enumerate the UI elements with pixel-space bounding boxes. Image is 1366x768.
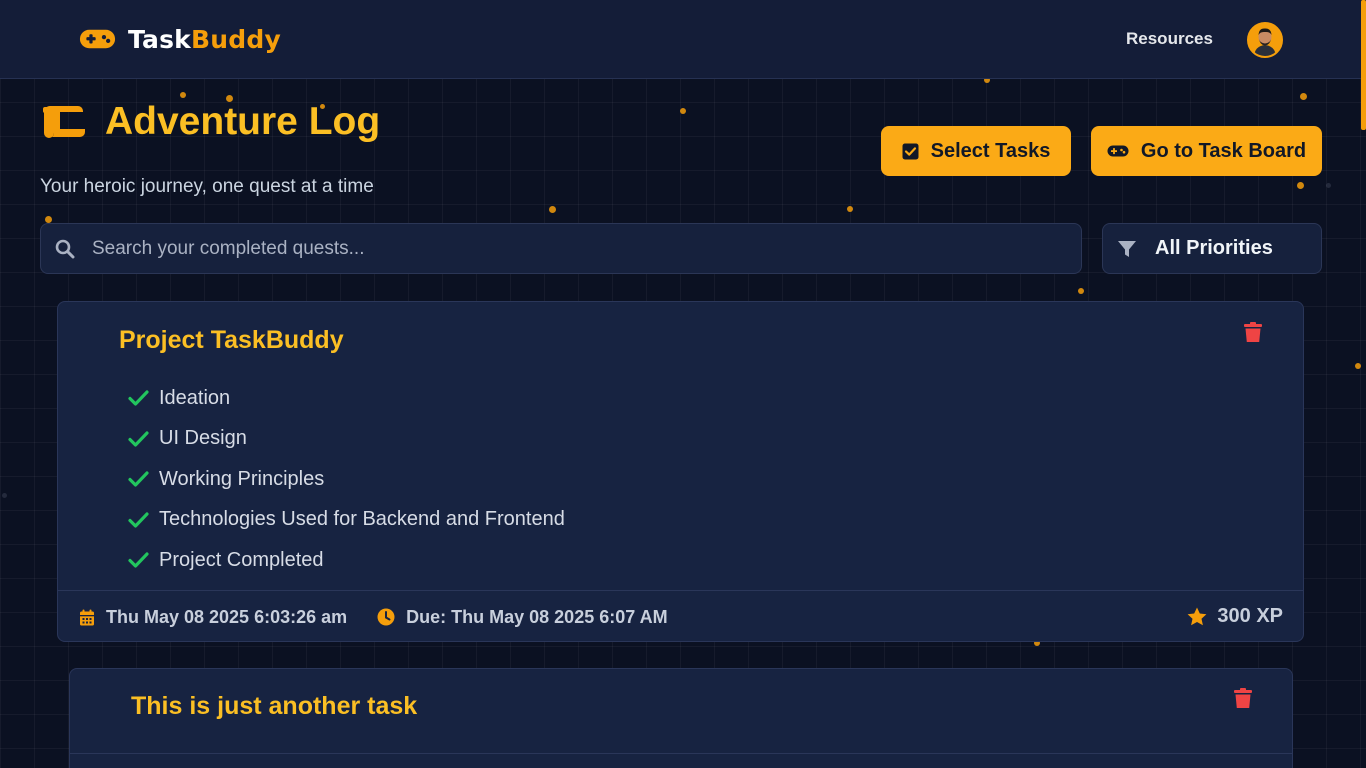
decor-dot — [45, 216, 52, 223]
priority-filter-select[interactable]: All Priorities — [1102, 223, 1322, 274]
completed-date: Thu May 08 2025 6:03:26 am — [79, 607, 347, 628]
star-icon — [1187, 607, 1207, 626]
task-card-footer: Thu May 08 2025 6:03:26 am Due: Thu May … — [58, 590, 1303, 641]
brand-name-part2: Buddy — [191, 24, 281, 54]
subtask-label: UI Design — [159, 427, 247, 450]
nav-link-resources[interactable]: Resources — [1126, 29, 1213, 49]
brand-name: TaskBuddy — [128, 25, 281, 54]
trash-icon[interactable] — [1233, 688, 1253, 709]
brand-name-part1: Task — [128, 24, 192, 54]
task-card: This is just another task — [69, 668, 1293, 768]
clock-icon — [377, 608, 395, 626]
task-title: Project TaskBuddy — [119, 326, 344, 354]
decor-dot — [1078, 288, 1084, 294]
scrollbar-thumb[interactable] — [1361, 0, 1366, 130]
user-avatar-icon — [1249, 24, 1281, 56]
list-item: Technologies Used for Backend and Fronte… — [128, 500, 565, 541]
task-board-label: Go to Task Board — [1140, 139, 1307, 162]
task-card: Project TaskBuddy Ideation UI Design Wor… — [57, 301, 1304, 642]
list-item: Working Principles — [128, 459, 565, 500]
subtask-label: Project Completed — [159, 548, 324, 571]
due-date: Due: Thu May 08 2025 6:07 AM — [377, 606, 668, 628]
filter-icon — [1118, 240, 1136, 257]
search-input[interactable] — [92, 237, 1042, 260]
decor-dot — [1355, 363, 1361, 369]
decor-dot — [847, 206, 853, 212]
search-bar — [40, 223, 1082, 274]
subtask-label: Ideation — [159, 386, 231, 409]
list-item: UI Design — [128, 419, 565, 460]
calendar-icon — [80, 609, 94, 625]
page-header: Adventure Log — [40, 100, 380, 144]
subtask-label: Technologies Used for Backend and Fronte… — [159, 508, 565, 531]
decor-dot — [549, 206, 556, 213]
decor-dot — [1297, 182, 1304, 189]
due-date-text: Due: Thu May 08 2025 6:07 AM — [406, 606, 668, 627]
task-card-divider — [70, 753, 1292, 754]
xp-badge: 300 XP — [1187, 605, 1283, 628]
check-icon — [128, 471, 149, 487]
completed-date-text: Thu May 08 2025 6:03:26 am — [106, 606, 348, 627]
xp-value: 300 XP — [1217, 605, 1283, 627]
checkbox-icon — [902, 143, 919, 159]
check-icon — [128, 512, 149, 528]
list-item: Ideation — [128, 378, 565, 419]
gamepad-icon — [1107, 145, 1129, 157]
check-icon — [128, 431, 149, 447]
page-title: Adventure Log — [105, 100, 381, 143]
trash-icon[interactable] — [1243, 322, 1263, 343]
top-navbar: TaskBuddy Resources — [0, 0, 1366, 79]
avatar[interactable] — [1247, 22, 1283, 58]
decor-dot — [1326, 183, 1331, 188]
subtask-list: Ideation UI Design Working Principles Te… — [128, 378, 565, 581]
page-subtitle: Your heroic journey, one quest at a time — [40, 176, 374, 197]
list-item: Project Completed — [128, 540, 565, 581]
task-board-button[interactable]: Go to Task Board — [1091, 126, 1322, 176]
priority-filter-value: All Priorities — [1155, 237, 1273, 259]
check-icon — [128, 552, 149, 568]
brand-logo[interactable]: TaskBuddy — [79, 23, 281, 55]
gamepad-icon — [79, 29, 116, 49]
select-tasks-label: Select Tasks — [930, 139, 1051, 162]
decor-dot — [680, 108, 686, 114]
decor-dot — [1300, 93, 1307, 100]
select-tasks-button[interactable]: Select Tasks — [881, 126, 1071, 176]
search-icon — [55, 239, 75, 258]
subtask-label: Working Principles — [159, 467, 325, 490]
check-icon — [128, 390, 149, 406]
decor-dot — [180, 92, 186, 98]
decor-dot — [2, 493, 7, 498]
task-title: This is just another task — [131, 692, 418, 720]
scroll-icon — [43, 106, 85, 138]
